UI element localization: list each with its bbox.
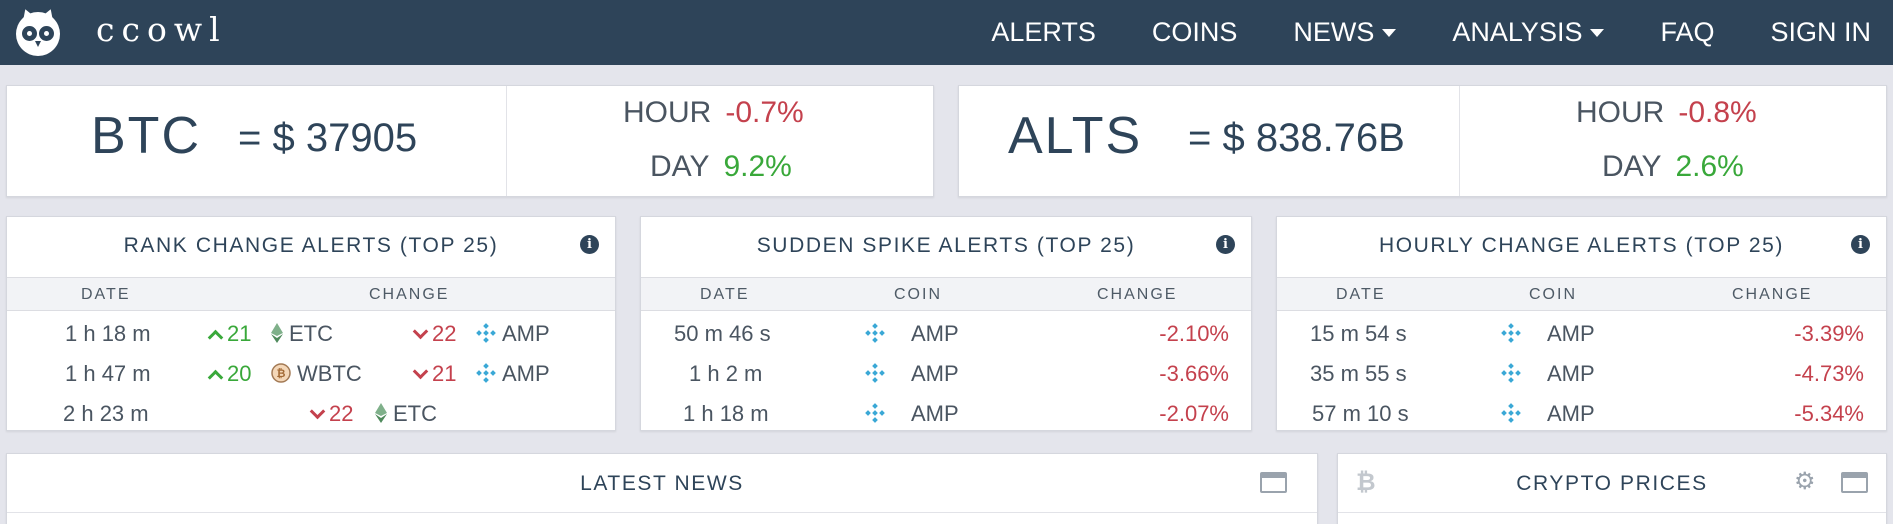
column-header-date[interactable]: DATE	[1336, 286, 1385, 304]
maximize-window-icon[interactable]	[1260, 472, 1287, 493]
table-header: DATE COIN CHANGE	[1277, 277, 1886, 311]
amp-coin-icon	[1501, 363, 1521, 384]
panel-title: HOURLY CHANGE ALERTS (TOP 25)	[1378, 234, 1785, 257]
table-row[interactable]: 57 m 10 s AMP -5.34%	[1277, 395, 1886, 435]
panel-title: RANK CHANGE ALERTS (TOP 25)	[123, 234, 499, 257]
nav-faq[interactable]: FAQ	[1660, 17, 1714, 48]
table-row[interactable]: 15 m 54 s AMP -3.39%	[1277, 315, 1886, 355]
nav-sign-in[interactable]: SIGN IN	[1770, 17, 1871, 48]
arrow-up-icon	[207, 369, 224, 386]
rank-change-alerts-panel: RANK CHANGE ALERTS (TOP 25) i DATE CHANG…	[6, 216, 616, 431]
gear-icon[interactable]: ⚙	[1794, 470, 1818, 494]
btc-price-panel: BTC = $ 37905 HOUR -0.7% DAY 9.2%	[6, 85, 934, 197]
amp-coin-icon	[476, 323, 496, 344]
brand-name[interactable]: ccowl	[96, 10, 227, 49]
nav-news[interactable]: NEWS	[1293, 17, 1397, 48]
alts-symbol[interactable]: ALTS	[1008, 106, 1142, 166]
amp-coin-icon	[865, 363, 885, 384]
table-row[interactable]: 50 m 46 s AMP -2.10%	[641, 315, 1251, 355]
column-header-date[interactable]: DATE	[81, 286, 130, 304]
amp-coin-icon	[476, 363, 496, 384]
panel-title: SUDDEN SPIKE ALERTS (TOP 25)	[756, 234, 1136, 257]
btc-price-main: BTC = $ 37905	[7, 86, 507, 196]
crypto-prices-panel: ₿ CRYPTO PRICES ⚙	[1337, 453, 1887, 524]
btc-stats: HOUR -0.7% DAY 9.2%	[507, 86, 933, 196]
alts-price-value: = $ 838.76B	[1188, 116, 1405, 160]
table-header: DATE CHANGE	[7, 277, 615, 311]
info-icon[interactable]: i	[580, 235, 599, 254]
arrow-down-icon	[309, 403, 326, 420]
info-icon[interactable]: i	[1216, 235, 1235, 254]
nav-coins[interactable]: COINS	[1152, 17, 1238, 48]
alts-hour-change: HOUR -0.8%	[1576, 96, 1757, 129]
btc-symbol[interactable]: BTC	[91, 106, 201, 166]
btc-price-value: = $ 37905	[238, 116, 418, 160]
table-row[interactable]: 1 h 18 m 21 ETC 22 AMP	[7, 315, 615, 355]
column-header-date[interactable]: DATE	[700, 286, 749, 304]
nav-links: ALERTS COINS NEWS ANALYSIS FAQ SIGN IN	[935, 0, 1871, 65]
amp-coin-icon	[865, 323, 885, 344]
panel-title: LATEST NEWS	[580, 472, 744, 495]
alts-day-change: DAY 2.6%	[1602, 150, 1744, 183]
alts-price-main: ALTS = $ 838.76B	[959, 86, 1460, 196]
latest-news-panel: LATEST NEWS	[6, 453, 1318, 524]
btc-hour-change: HOUR -0.7%	[623, 96, 804, 129]
svg-text:₿: ₿	[277, 367, 286, 380]
table-row[interactable]: 1 h 18 m AMP -2.07%	[641, 395, 1251, 435]
column-header-change[interactable]: CHANGE	[369, 286, 449, 304]
table-row[interactable]: 2 h 23 m 22 ETC	[7, 395, 615, 435]
table-row[interactable]: 35 m 55 s AMP -4.73%	[1277, 355, 1886, 395]
column-header-change[interactable]: CHANGE	[1097, 286, 1177, 304]
table-row[interactable]: 1 h 47 m 20 ₿ WBTC 21 AMP	[7, 355, 615, 395]
table-row[interactable]: 1 h 2 m AMP -3.66%	[641, 355, 1251, 395]
top-nav: ccowl ALERTS COINS NEWS ANALYSIS FAQ SIG…	[0, 0, 1893, 65]
nav-alerts[interactable]: ALERTS	[991, 17, 1096, 48]
wbtc-coin-icon: ₿	[271, 363, 291, 383]
column-header-coin[interactable]: COIN	[894, 286, 942, 304]
amp-coin-icon	[865, 403, 885, 424]
btc-day-change: DAY 9.2%	[650, 150, 792, 183]
etc-coin-icon	[271, 323, 283, 344]
column-header-coin[interactable]: COIN	[1529, 286, 1577, 304]
alts-stats: HOUR -0.8% DAY 2.6%	[1460, 86, 1886, 196]
arrow-up-icon	[207, 329, 224, 346]
amp-coin-icon	[1501, 323, 1521, 344]
arrow-down-icon	[412, 323, 429, 340]
caret-down-icon	[1382, 28, 1397, 37]
column-header-change[interactable]: CHANGE	[1732, 286, 1812, 304]
arrow-down-icon	[412, 363, 429, 380]
etc-coin-icon	[375, 403, 387, 424]
maximize-window-icon[interactable]	[1841, 472, 1868, 493]
hourly-change-alerts-panel: HOURLY CHANGE ALERTS (TOP 25) i DATE COI…	[1276, 216, 1887, 431]
caret-down-icon	[1590, 28, 1605, 37]
info-icon[interactable]: i	[1851, 235, 1870, 254]
sudden-spike-alerts-panel: SUDDEN SPIKE ALERTS (TOP 25) i DATE COIN…	[640, 216, 1252, 431]
amp-coin-icon	[1501, 403, 1521, 424]
nav-analysis[interactable]: ANALYSIS	[1452, 17, 1605, 48]
alts-price-panel: ALTS = $ 838.76B HOUR -0.8% DAY 2.6%	[958, 85, 1887, 197]
owl-logo-icon[interactable]	[16, 7, 60, 56]
table-header: DATE COIN CHANGE	[641, 277, 1251, 311]
